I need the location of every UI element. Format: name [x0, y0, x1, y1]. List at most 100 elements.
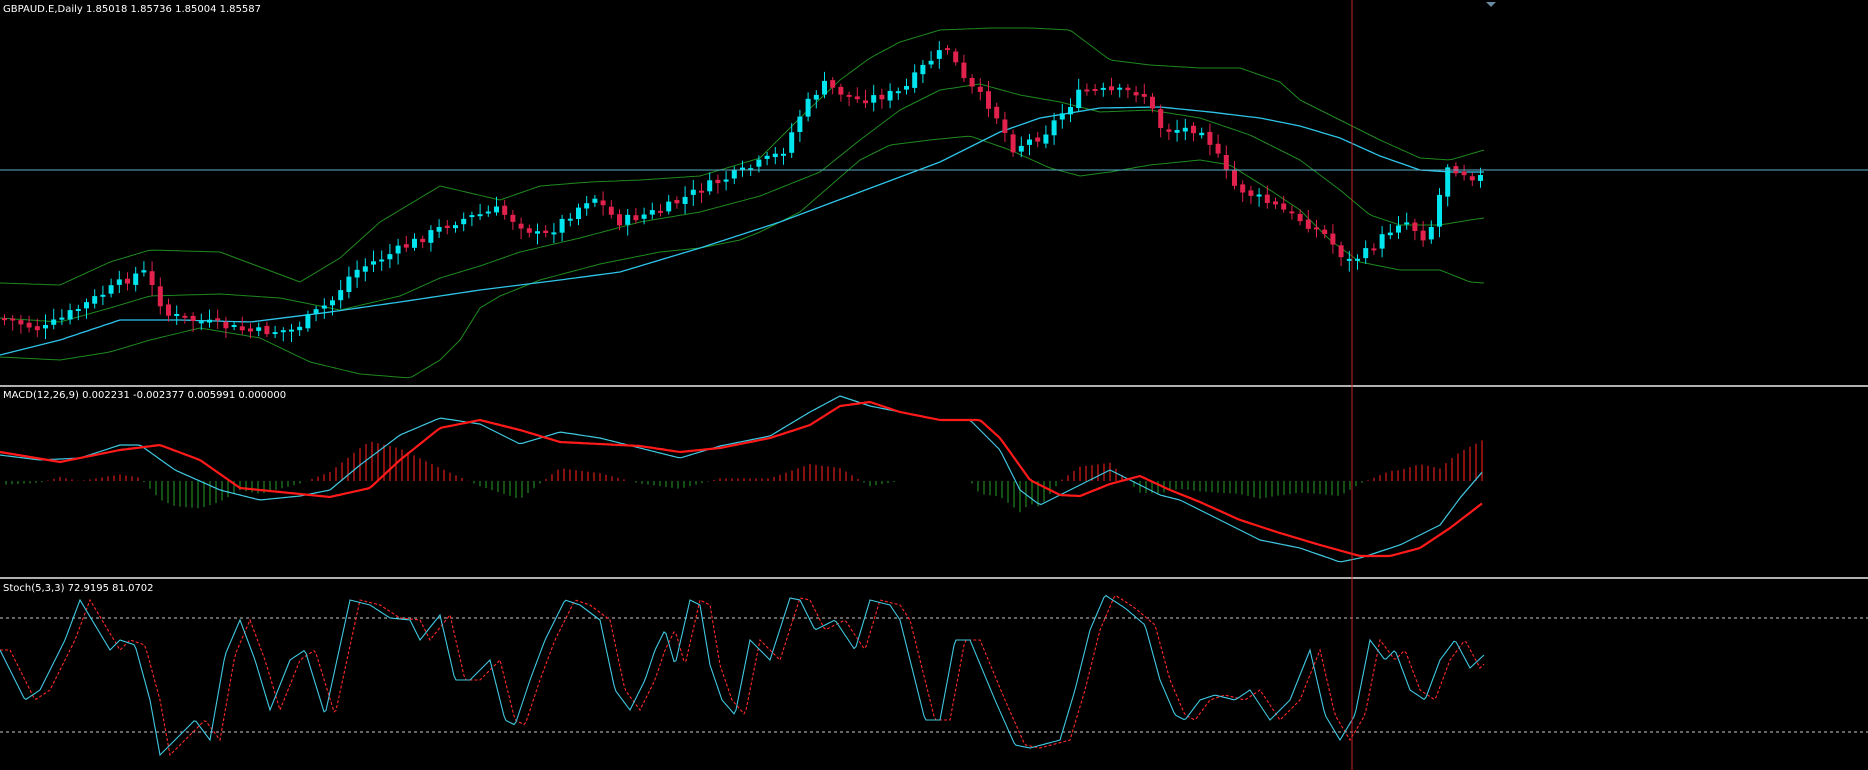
- candle-body: [67, 310, 73, 320]
- candle-body: [649, 210, 655, 215]
- candle-body: [1396, 225, 1401, 233]
- candle-body: [34, 326, 40, 331]
- candle-body: [1109, 86, 1114, 91]
- candle-body: [1010, 134, 1016, 153]
- candle-body: [59, 317, 65, 320]
- candle-body: [813, 94, 819, 100]
- candle-body: [280, 330, 286, 333]
- candle-body: [1240, 184, 1246, 193]
- candle-body: [518, 223, 524, 229]
- candle-body: [272, 332, 278, 335]
- candle-body: [444, 225, 450, 228]
- candle-body: [928, 60, 934, 65]
- candle-body: [945, 48, 950, 51]
- candle-body: [740, 167, 745, 170]
- candle-body: [190, 315, 196, 321]
- candle-body: [84, 302, 89, 309]
- candle-body: [469, 215, 475, 218]
- candle-body: [1420, 230, 1426, 241]
- candle-body: [1404, 222, 1410, 225]
- candle-body: [1051, 120, 1057, 136]
- candle-body: [977, 86, 983, 92]
- candle-body: [600, 200, 606, 206]
- candle-body: [1281, 203, 1287, 210]
- candle-body: [1215, 143, 1221, 154]
- candle-body: [297, 326, 303, 331]
- candle-body: [1166, 129, 1172, 132]
- candle-body: [1412, 222, 1418, 231]
- candle-body: [428, 230, 434, 243]
- candle-body: [707, 180, 713, 192]
- candle-body: [92, 296, 98, 304]
- candle-body: [420, 238, 426, 243]
- candle-body: [986, 91, 991, 109]
- candle-body: [1076, 89, 1082, 108]
- candle-body: [723, 179, 729, 182]
- candle-body: [1125, 87, 1131, 91]
- candle-body: [198, 321, 204, 324]
- candle-body: [551, 232, 557, 235]
- candle-body: [781, 153, 786, 156]
- candle-body: [1371, 248, 1377, 251]
- candle-body: [592, 198, 598, 203]
- candle-body: [1338, 245, 1344, 258]
- candle-body: [108, 285, 114, 294]
- candle-body: [477, 214, 483, 217]
- candle-body: [125, 278, 130, 284]
- candle-body: [412, 238, 417, 248]
- candle-body: [10, 318, 16, 321]
- candle-body: [26, 322, 32, 328]
- candle-body: [543, 230, 549, 233]
- candle-body: [969, 78, 975, 87]
- candle-body: [838, 86, 844, 95]
- candle-body: [1428, 227, 1434, 240]
- candle-body: [526, 228, 532, 233]
- candle-body: [100, 294, 106, 297]
- candle-body: [633, 215, 639, 221]
- candle-body: [248, 328, 253, 332]
- candle-body: [772, 153, 778, 158]
- candle-body: [510, 214, 516, 222]
- candle-body: [822, 80, 827, 95]
- candle-body: [239, 326, 245, 331]
- candle-body: [461, 218, 467, 225]
- candle-body: [1158, 109, 1164, 128]
- candle-body: [182, 315, 188, 318]
- candle-body: [731, 170, 737, 179]
- candle-body: [141, 270, 147, 273]
- candle-body: [1273, 201, 1278, 205]
- candle-body: [43, 325, 48, 329]
- candle-body: [485, 211, 491, 214]
- candle-body: [256, 327, 262, 331]
- candle-body: [1174, 130, 1180, 133]
- candle-body: [830, 80, 836, 88]
- candle-body: [1379, 234, 1385, 249]
- candle-body: [756, 159, 762, 167]
- candle-body: [1363, 248, 1369, 259]
- candle-body: [1289, 211, 1295, 214]
- candle-body: [1445, 167, 1451, 197]
- candle-body: [1133, 92, 1139, 96]
- candle-body: [1084, 89, 1090, 92]
- candle-body: [338, 290, 344, 301]
- trading-chart[interactable]: GBPAUD.E,Daily 1.85018 1.85736 1.85004 1…: [0, 0, 1868, 770]
- candle-body: [715, 179, 721, 184]
- candle-body: [879, 94, 885, 100]
- candle-body: [1330, 233, 1336, 245]
- candle-body: [116, 279, 122, 285]
- candle-body: [321, 305, 327, 309]
- candle-body: [682, 196, 688, 204]
- candle-body: [75, 309, 81, 311]
- candle-body: [936, 50, 942, 59]
- candle-body: [1461, 171, 1467, 176]
- candle-body: [371, 261, 376, 265]
- candle-body: [871, 95, 877, 103]
- candle-body: [617, 214, 622, 226]
- candle-body: [1297, 213, 1303, 222]
- candle-body: [436, 227, 442, 232]
- candle-body: [51, 319, 57, 325]
- candle-body: [559, 218, 565, 233]
- candle-body: [1018, 145, 1024, 152]
- candle-body: [157, 286, 163, 307]
- candle-body: [797, 116, 803, 132]
